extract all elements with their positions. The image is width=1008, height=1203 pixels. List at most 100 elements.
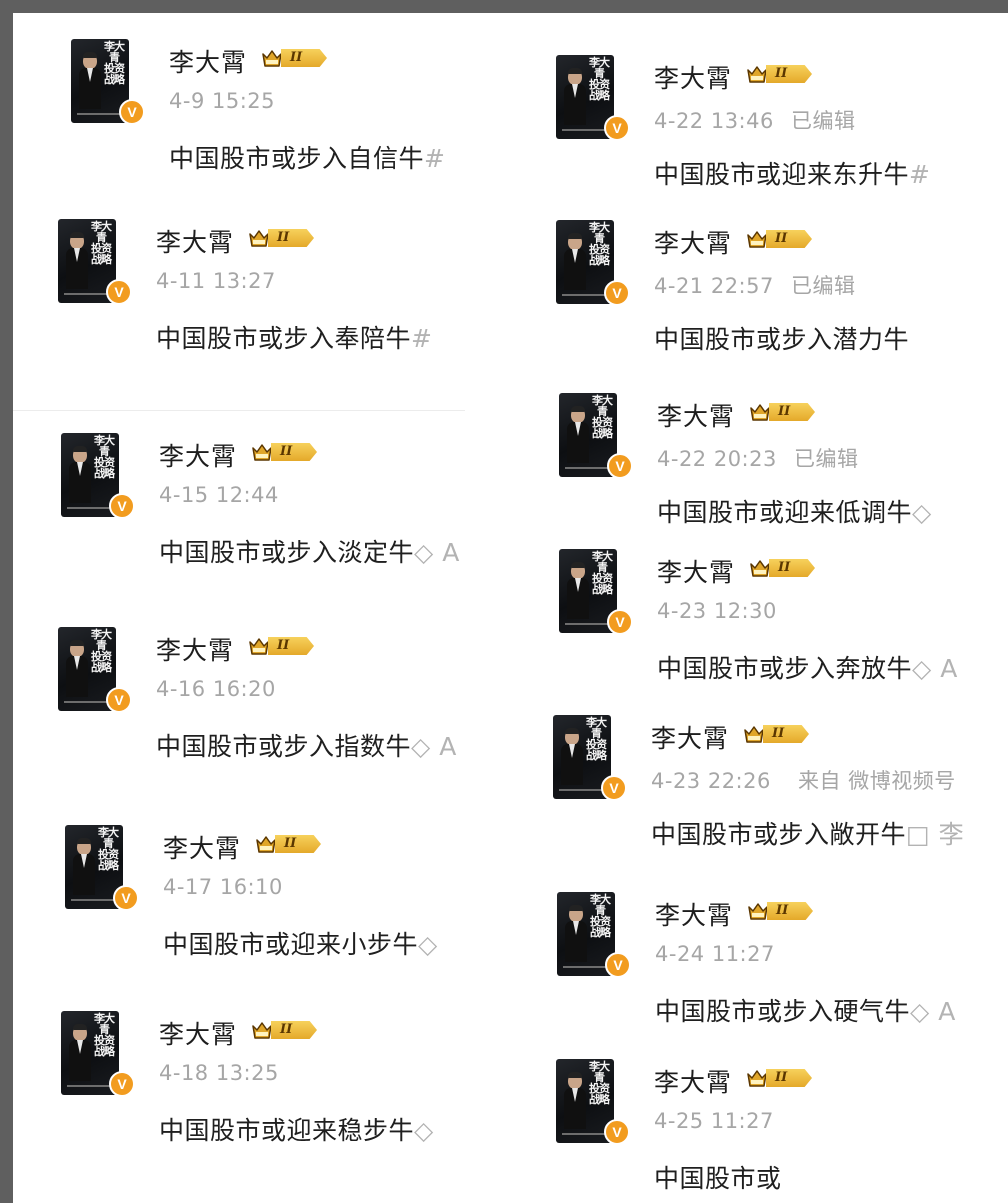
post-content[interactable]: 中国股市或	[654, 1159, 782, 1195]
user-name[interactable]: 李大霄	[657, 397, 735, 433]
level-numeral: II	[763, 725, 809, 743]
weibo-post[interactable]: 李大青 投资战略 V 李大霄 II 4-21 22:57 已编辑 中国股市或步入…	[556, 220, 996, 380]
user-level-badge: II	[251, 1018, 319, 1042]
crown-icon	[747, 231, 767, 248]
avatar[interactable]: 李大青 投资战略 V	[559, 549, 633, 635]
post-content[interactable]: 中国股市或步入奉陪牛#	[156, 319, 432, 355]
user-name[interactable]: 李大霄	[651, 719, 729, 755]
post-content[interactable]: 中国股市或迎来低调牛◇	[657, 493, 932, 529]
post-content[interactable]: 中国股市或迎来小步牛◇	[163, 925, 438, 961]
post-time: 4-23 22:26	[651, 769, 771, 793]
avatar[interactable]: 李大青 投资战略 V	[553, 715, 627, 801]
post-time: 4-22 20:23	[657, 447, 777, 471]
topic-tag-icon[interactable]: ◇	[912, 498, 932, 527]
avatar[interactable]: 李大青 投资战略 V	[61, 1011, 135, 1097]
weibo-post[interactable]: 李大青 投资战略 V 李大霄 II 4-22 13:46 已编辑 中国股市或迎来…	[556, 55, 996, 215]
user-name[interactable]: 李大霄	[159, 1015, 237, 1051]
avatar[interactable]: 李大青 投资战略 V	[557, 892, 631, 978]
post-content[interactable]: 中国股市或迎来稳步牛◇	[159, 1111, 434, 1147]
weibo-post[interactable]: 李大青 投资战略 V 李大霄 II 4-25 11:27 中国股市或	[556, 1059, 996, 1203]
post-content[interactable]: 中国股市或步入自信牛#	[169, 139, 445, 175]
post-meta: 4-24 11:27	[655, 942, 805, 966]
cover-subtitle-line	[559, 789, 605, 791]
cover-title: 李大青 投资战略	[592, 550, 613, 596]
topic-tag-icon[interactable]: ◇	[418, 930, 438, 959]
avatar[interactable]: 李大青 投资战略 V	[556, 55, 630, 141]
post-meta: 4-22 20:23 已编辑	[657, 443, 879, 473]
user-name[interactable]: 李大霄	[156, 631, 234, 667]
user-name[interactable]: 李大霄	[159, 437, 237, 473]
post-meta: 4-18 13:25	[159, 1061, 309, 1085]
topic-tag-icon[interactable]: ◇ A	[411, 732, 457, 761]
cover-portrait	[567, 562, 589, 619]
level-numeral: II	[769, 559, 815, 577]
user-name[interactable]: 李大霄	[169, 43, 247, 79]
post-source[interactable]: 来自 微博视频号	[798, 769, 956, 793]
weibo-post[interactable]: 李大青 投资战略 V 李大霄 II 4-11 13:27 中国股市或步入奉陪牛#	[58, 219, 498, 379]
level-numeral: II	[271, 1021, 317, 1039]
weibo-post[interactable]: 李大青 投资战略 V 李大霄 II 4-22 20:23 已编辑 中国股市或迎来…	[559, 393, 999, 553]
topic-tag-icon[interactable]: ◇ A	[912, 654, 958, 683]
topic-tag-icon[interactable]: #	[424, 144, 445, 173]
avatar[interactable]: 李大青 投资战略 V	[71, 39, 145, 125]
user-level-badge: II	[743, 722, 811, 746]
cover-portrait	[79, 52, 101, 109]
crown-icon	[747, 66, 767, 83]
post-content[interactable]: 中国股市或步入敞开牛□ 李	[651, 815, 964, 851]
cover-subtitle-line	[64, 701, 110, 703]
weibo-post[interactable]: 李大青 投资战略 V 李大霄 II 4-23 22:26 来自 微博视频号 中国…	[553, 715, 993, 875]
cover-title: 李大青 投资战略	[91, 220, 112, 266]
topic-tag-icon[interactable]: #	[411, 324, 432, 353]
user-name[interactable]: 李大霄	[654, 1063, 732, 1099]
post-content[interactable]: 中国股市或步入指数牛◇ A	[156, 727, 457, 763]
avatar[interactable]: 李大青 投资战略 V	[559, 393, 633, 479]
post-content[interactable]: 中国股市或步入硬气牛◇ A	[655, 992, 956, 1028]
weibo-post[interactable]: 李大青 投资战略 V 李大霄 II 4-17 16:10 中国股市或迎来小步牛◇	[65, 825, 505, 985]
crown-icon	[748, 903, 768, 920]
topic-tag-icon[interactable]: □ 李	[906, 820, 964, 849]
user-level-badge: II	[746, 227, 814, 251]
verified-v-icon: V	[119, 99, 145, 125]
user-name[interactable]: 李大霄	[163, 829, 241, 865]
user-name[interactable]: 李大霄	[156, 223, 234, 259]
post-text: 中国股市或	[654, 1164, 782, 1193]
verified-v-icon: V	[605, 952, 631, 978]
cover-portrait	[69, 446, 91, 503]
weibo-post[interactable]: 李大青 投资战略 V 李大霄 II 4-18 13:25 中国股市或迎来稳步牛◇	[61, 1011, 501, 1171]
weibo-post[interactable]: 李大青 投资战略 V 李大霄 II 4-16 16:20 中国股市或步入指数牛◇…	[58, 627, 498, 787]
avatar[interactable]: 李大青 投资战略 V	[65, 825, 139, 911]
post-time: 4-21 22:57	[654, 274, 774, 298]
avatar[interactable]: 李大青 投资战略 V	[61, 433, 135, 519]
post-content[interactable]: 中国股市或步入奔放牛◇ A	[657, 649, 958, 685]
weibo-post[interactable]: 李大青 投资战略 V 李大霄 II 4-9 15:25 中国股市或步入自信牛#	[71, 39, 511, 199]
cover-title: 李大青 投资战略	[589, 56, 610, 102]
topic-tag-icon[interactable]: ◇ A	[414, 538, 460, 567]
cover-portrait	[66, 640, 88, 697]
cover-subtitle-line	[71, 899, 117, 901]
topic-tag-icon[interactable]: ◇	[414, 1116, 434, 1145]
crown-icon	[747, 1070, 767, 1087]
avatar[interactable]: 李大青 投资战略 V	[58, 627, 132, 713]
post-content[interactable]: 中国股市或步入淡定牛◇ A	[159, 533, 460, 569]
post-meta: 4-23 12:30	[657, 599, 807, 623]
user-name[interactable]: 李大霄	[654, 224, 732, 260]
cover-portrait	[565, 905, 587, 962]
weibo-post[interactable]: 李大青 投资战略 V 李大霄 II 4-23 12:30 中国股市或步入奔放牛◇…	[559, 549, 999, 709]
crown-icon	[252, 1022, 272, 1039]
user-name[interactable]: 李大霄	[654, 59, 732, 95]
cover-subtitle-line	[563, 966, 609, 968]
topic-tag-icon[interactable]: #	[909, 160, 930, 189]
avatar[interactable]: 李大青 投资战略 V	[556, 1059, 630, 1145]
weibo-post[interactable]: 李大青 投资战略 V 李大霄 II 4-24 11:27 中国股市或步入硬气牛◇…	[557, 892, 997, 1052]
user-name[interactable]: 李大霄	[657, 553, 735, 589]
post-time: 4-24 11:27	[655, 942, 775, 966]
user-name[interactable]: 李大霄	[655, 896, 733, 932]
post-content[interactable]: 中国股市或迎来东升牛#	[654, 155, 930, 191]
topic-tag-icon[interactable]: ◇ A	[910, 997, 956, 1026]
weibo-post[interactable]: 李大青 投资战略 V 李大霄 II 4-15 12:44 中国股市或步入淡定牛◇…	[61, 433, 501, 593]
avatar[interactable]: 李大青 投资战略 V	[556, 220, 630, 306]
crown-icon	[750, 560, 770, 577]
post-content[interactable]: 中国股市或步入潜力牛	[654, 320, 909, 356]
avatar[interactable]: 李大青 投资战略 V	[58, 219, 132, 305]
verified-v-icon: V	[604, 280, 630, 306]
